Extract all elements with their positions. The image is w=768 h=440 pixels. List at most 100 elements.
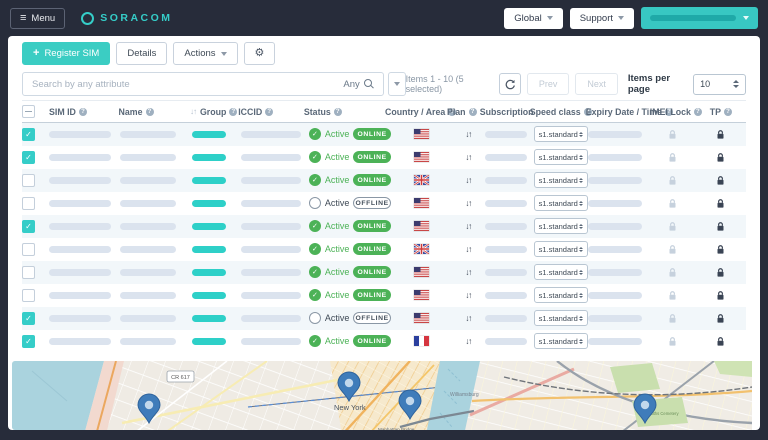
row-checkbox[interactable]	[22, 242, 35, 256]
info-icon[interactable]: ?	[145, 107, 154, 116]
imei-unlock-icon[interactable]	[668, 267, 677, 278]
column-header-expiry[interactable]: Expiry Date / Time?	[586, 107, 673, 117]
plan-icon: ↓↑	[465, 336, 472, 347]
column-header-group[interactable]: ↓↑ Group?	[190, 107, 238, 117]
speed-class-select[interactable]: s1.standard	[533, 195, 588, 212]
table-row[interactable]: Active ONLINE ↓↑ s1.standard	[22, 146, 746, 169]
table-row[interactable]: Active ONLINE ↓↑ s1.standard	[22, 214, 746, 238]
table-row[interactable]: Active ONLINE ↓↑ s1.standard	[22, 330, 746, 353]
global-menu-button[interactable]: Global	[504, 7, 563, 29]
status-icon	[308, 174, 321, 187]
speed-class-select[interactable]: s1.standard	[533, 333, 588, 350]
sim-id-redacted	[49, 314, 112, 322]
support-menu-button[interactable]: Support	[569, 7, 634, 29]
info-icon[interactable]: ?	[229, 107, 238, 116]
row-checkbox[interactable]	[22, 127, 35, 141]
table-row[interactable]: Active ONLINE ↓↑ s1.standard	[22, 284, 746, 307]
imei-unlock-icon[interactable]	[668, 198, 677, 209]
row-checkbox[interactable]	[22, 288, 35, 302]
column-header-tp[interactable]: TP?	[696, 107, 746, 117]
info-icon[interactable]: ?	[265, 107, 274, 116]
select-arrows-icon	[733, 80, 740, 88]
details-button[interactable]: Details	[116, 42, 168, 65]
speed-class-select[interactable]: s1.standard	[533, 172, 588, 189]
column-header-status[interactable]: Status?	[304, 107, 385, 117]
connection-badge: OFFLINE	[353, 312, 391, 325]
speed-class-select[interactable]: s1.standard	[533, 264, 588, 281]
tp-lock-icon[interactable]	[716, 244, 725, 255]
subscription-redacted	[484, 176, 527, 184]
row-checkbox[interactable]	[22, 173, 35, 187]
column-header-sim-id[interactable]: SIM ID?	[49, 107, 119, 117]
prev-page-button[interactable]: Prev	[526, 73, 570, 96]
table-row[interactable]: Active OFFLINE ↓↑ s1.standard	[22, 192, 746, 215]
search-mode[interactable]: Any	[334, 79, 382, 90]
table-row[interactable]: Active ONLINE ↓↑ s1.standard	[22, 260, 746, 284]
tp-lock-icon[interactable]	[716, 198, 725, 209]
row-checkbox[interactable]	[22, 219, 35, 233]
account-menu-button[interactable]	[641, 7, 758, 29]
row-checkbox[interactable]	[22, 265, 35, 279]
column-header-imei-lock[interactable]: IMEI Lock?	[650, 107, 702, 117]
imei-unlock-icon[interactable]	[668, 129, 677, 140]
speed-class-select[interactable]: s1.standard	[533, 310, 588, 327]
row-checkbox[interactable]	[22, 150, 35, 164]
imei-unlock-icon[interactable]	[668, 221, 677, 232]
settings-button[interactable]: ⚙	[243, 42, 276, 65]
menu-button[interactable]: ≡ Menu	[10, 7, 66, 29]
column-header-iccid[interactable]: ICCID?	[238, 107, 304, 117]
refresh-button[interactable]	[499, 73, 521, 96]
items-per-page-select[interactable]: 10	[693, 73, 747, 95]
speed-class-select[interactable]: s1.standard	[533, 126, 588, 143]
select-all-checkbox[interactable]	[22, 105, 35, 119]
imei-unlock-icon[interactable]	[668, 244, 677, 255]
imei-unlock-icon[interactable]	[668, 152, 677, 163]
table-row[interactable]: Active OFFLINE ↓↑ s1.standard	[22, 306, 746, 330]
info-icon[interactable]: ?	[724, 107, 733, 116]
column-header-speed-class[interactable]: Speed class?	[530, 107, 592, 117]
imei-unlock-icon[interactable]	[668, 336, 677, 347]
tp-lock-icon[interactable]	[716, 175, 725, 186]
tp-lock-icon[interactable]	[716, 267, 725, 278]
column-header-plan[interactable]: Plan?	[447, 107, 480, 117]
map[interactable]: CR 617 New York Manhattan Bridge William…	[12, 360, 756, 430]
subscription-redacted	[484, 245, 527, 253]
row-checkbox[interactable]	[22, 196, 35, 210]
next-page-button[interactable]: Next	[575, 73, 618, 96]
tp-lock-icon[interactable]	[716, 290, 725, 301]
speed-class-select[interactable]: s1.standard	[533, 218, 588, 235]
row-checkbox[interactable]	[22, 334, 35, 348]
speed-class-select[interactable]: s1.standard	[533, 149, 588, 166]
table-row[interactable]: Active ONLINE ↓↑ s1.standard	[22, 238, 746, 261]
group-redacted	[191, 199, 226, 207]
info-icon[interactable]: ?	[333, 107, 342, 116]
select-arrows-icon	[578, 154, 583, 161]
tp-lock-icon[interactable]	[716, 336, 725, 347]
sort-icon[interactable]: ↓↑	[190, 107, 197, 116]
iccid-redacted	[240, 176, 301, 184]
speed-class-select[interactable]: s1.standard	[533, 241, 588, 258]
info-icon[interactable]: ?	[468, 107, 477, 116]
imei-unlock-icon[interactable]	[668, 313, 677, 324]
speed-class-select[interactable]: s1.standard	[533, 287, 588, 304]
column-header-subscription[interactable]: Subscription	[480, 107, 534, 117]
tp-lock-icon[interactable]	[716, 313, 725, 324]
tp-lock-icon[interactable]	[716, 129, 725, 140]
select-arrows-icon	[578, 223, 583, 230]
actions-button[interactable]: Actions	[173, 42, 238, 65]
tp-lock-icon[interactable]	[716, 221, 725, 232]
row-checkbox[interactable]	[22, 311, 35, 325]
search-options-button[interactable]	[387, 72, 406, 97]
imei-unlock-icon[interactable]	[668, 290, 677, 301]
table-row[interactable]: Active ONLINE ↓↑ s1.standard	[22, 122, 746, 146]
table-row[interactable]: Active ONLINE ↓↑ s1.standard	[22, 168, 746, 192]
imei-unlock-icon[interactable]	[668, 175, 677, 186]
tp-lock-icon[interactable]	[716, 152, 725, 163]
register-sim-button[interactable]: + Register SIM	[22, 42, 111, 65]
column-header-name[interactable]: Name?	[119, 107, 190, 117]
map-park	[610, 362, 660, 393]
search-input[interactable]	[23, 78, 335, 90]
info-icon[interactable]: ?	[78, 107, 87, 116]
column-header-country[interactable]: Country / Area?	[385, 107, 457, 117]
status-label: Active	[324, 152, 350, 163]
